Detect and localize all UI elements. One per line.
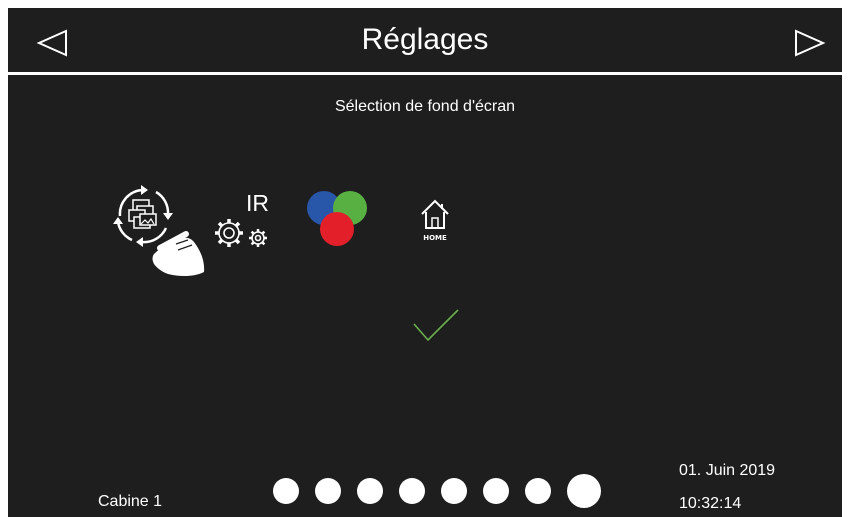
page-dot-4[interactable] [399,478,425,504]
page-dot-3[interactable] [357,478,383,504]
page-dot-5[interactable] [441,478,467,504]
home-label: HOME [423,234,447,242]
wallpaper-swipe-icon [113,185,205,277]
header-divider [8,72,842,75]
page-title: Réglages [361,23,489,56]
confirm-button[interactable] [408,306,463,351]
ir-settings-button[interactable]: IR [208,186,280,256]
page-dot-1[interactable] [273,478,299,504]
home-button[interactable]: HOME [418,196,454,246]
page-dot-8-active[interactable] [567,474,601,508]
rgb-color-button[interactable] [304,188,374,250]
home-icon: HOME [421,199,449,242]
checkmark-icon [413,309,459,342]
header-bar: Réglages [8,8,842,72]
page-dot-7[interactable] [525,478,551,504]
page-dot-2[interactable] [315,478,341,504]
page-dot-6[interactable] [483,478,509,504]
cabin-label: Cabine 1 [98,493,163,510]
section-subtitle: Sélection de fond d'écran [334,98,516,115]
ir-settings-icon: IR [215,190,269,247]
triangle-right-icon [795,29,826,57]
rgb-color-icon [307,191,367,246]
date-text: 01. Juin 2019 [679,462,776,479]
time-text: 10:32:14 [679,495,742,512]
settings-screen: Réglages Sélection de fond d'écran IR HO… [8,8,842,517]
wallpaper-swipe-button[interactable] [110,182,210,277]
datetime: 01. Juin 2019 10:32:14 [679,461,775,517]
next-page-button[interactable] [792,28,826,58]
ir-label: IR [246,190,269,216]
